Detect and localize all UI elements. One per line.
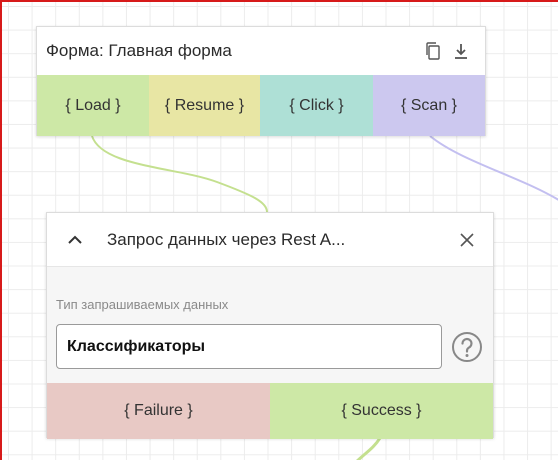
data-type-row: Классификаторы — [56, 324, 493, 369]
event-resume[interactable]: { Resume } — [149, 75, 260, 136]
event-click[interactable]: { Click } — [260, 75, 373, 136]
request-node[interactable]: Запрос данных через Rest A... Тип запраш… — [46, 212, 494, 439]
form-node[interactable]: Форма: Главная форма { Load } { Resume }… — [36, 26, 486, 136]
connector-scan-out — [429, 135, 558, 201]
request-node-title: Запрос данных через Rest A... — [107, 229, 346, 249]
connector-success-out — [356, 437, 382, 460]
data-type-label: Тип запрашиваемых данных — [56, 297, 229, 312]
help-icon[interactable] — [450, 330, 484, 364]
data-type-select[interactable]: Классификаторы — [56, 324, 442, 369]
copy-icon[interactable] — [419, 37, 447, 65]
event-load[interactable]: { Load } — [37, 75, 149, 136]
event-success[interactable]: { Success } — [270, 383, 493, 439]
form-node-header: Форма: Главная форма — [37, 27, 485, 75]
request-event-bar: { Failure } { Success } — [47, 383, 493, 439]
chevron-up-icon[interactable] — [61, 226, 89, 254]
form-event-bar: { Load } { Resume } { Click } { Scan } — [37, 75, 485, 136]
download-icon[interactable] — [447, 37, 475, 65]
connector-load-to-request — [91, 135, 268, 213]
close-icon[interactable] — [453, 226, 481, 254]
event-failure[interactable]: { Failure } — [47, 383, 270, 439]
request-node-body: Тип запрашиваемых данных Классификаторы — [47, 267, 493, 383]
event-scan[interactable]: { Scan } — [373, 75, 485, 136]
form-node-title: Форма: Главная форма — [46, 41, 232, 60]
flow-canvas[interactable]: Форма: Главная форма { Load } { Resume }… — [0, 0, 558, 460]
request-node-header: Запрос данных через Rest A... — [47, 213, 493, 267]
